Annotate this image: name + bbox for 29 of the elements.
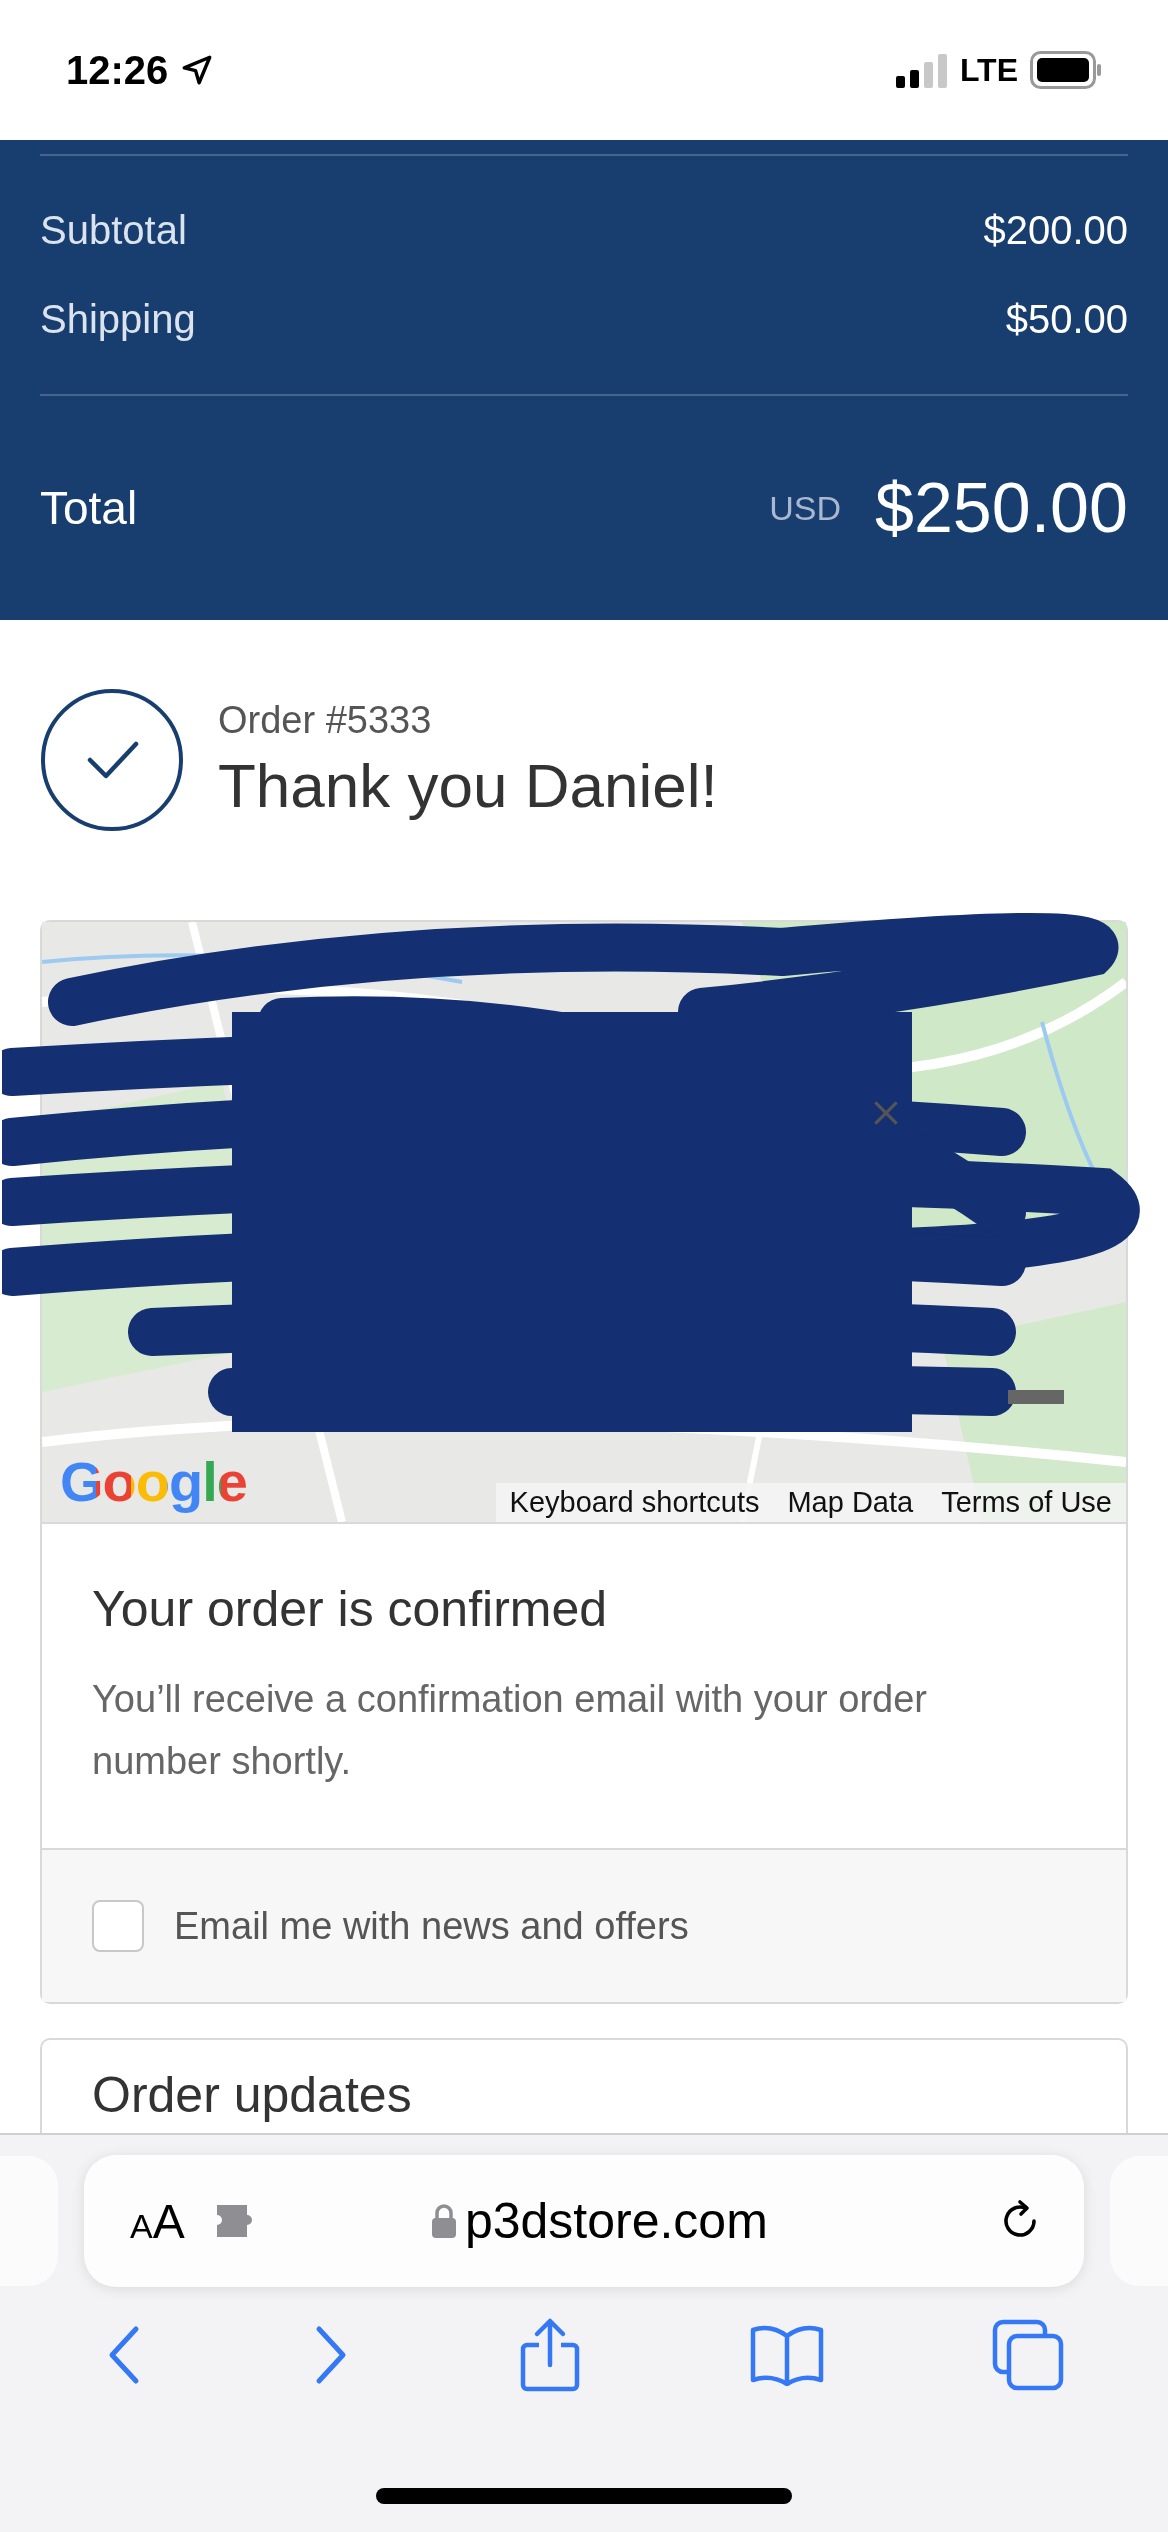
book-icon[interactable]: [748, 2324, 825, 2386]
confirmation-title: Your order is confirmed: [92, 1580, 609, 1638]
address-bar[interactable]: AA p3dstore.com: [84, 2155, 1084, 2287]
battery-icon: [1030, 51, 1102, 89]
map-link[interactable]: Keyboard shortcuts: [495, 1483, 774, 1522]
order-updates-title: Order updates: [92, 2067, 412, 2123]
summary-label: Shipping: [40, 297, 196, 342]
network-label: LTE: [959, 51, 1018, 89]
order-number: Order #5333: [218, 699, 433, 742]
text-size-button[interactable]: AA: [130, 2193, 185, 2249]
total-label: Total: [40, 481, 138, 535]
lock-icon: [430, 2203, 457, 2239]
currency-code: USD: [769, 488, 841, 528]
newsletter-checkbox[interactable]: [92, 1900, 144, 1952]
total-amount: $250.00: [874, 468, 1128, 548]
check-circle-icon: [40, 688, 184, 832]
summary-amount: $50.00: [1005, 297, 1128, 342]
confirmation-text: You’ll receive a confirmation email with your order number shortly.: [92, 1677, 928, 1784]
tabs-icon[interactable]: [992, 2319, 1065, 2391]
thank-you-heading: Thank you Daniel!: [218, 750, 718, 821]
map-link[interactable]: Terms of Use: [927, 1483, 1126, 1522]
signal-icon: [895, 52, 948, 88]
newsletter-label: Email me with news and offers: [174, 1904, 689, 1948]
map-link[interactable]: Map Data: [773, 1483, 928, 1522]
summary-amount: $200.00: [983, 208, 1128, 253]
clock-time: 12:26: [66, 47, 169, 93]
summary-label: Subtotal: [40, 208, 187, 253]
url-text: p3dstore.com: [464, 2192, 768, 2250]
share-icon[interactable]: [519, 2317, 581, 2393]
